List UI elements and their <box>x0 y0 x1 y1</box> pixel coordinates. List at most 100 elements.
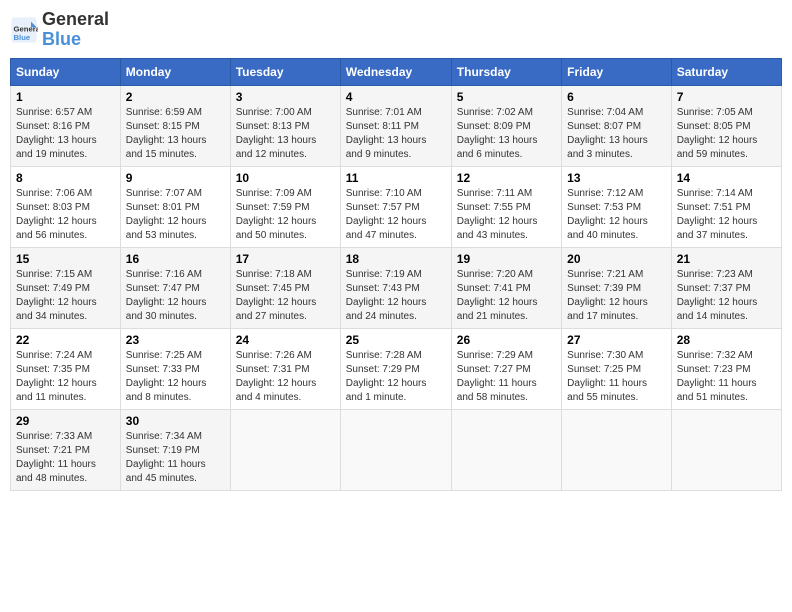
calendar-cell: 5 Sunrise: 7:02 AM Sunset: 8:09 PM Daylig… <box>451 85 561 166</box>
page-header: General Blue GeneralBlue <box>10 10 782 50</box>
day-info: Sunrise: 6:59 AM Sunset: 8:15 PM Dayligh… <box>126 106 225 162</box>
calendar-cell: 7 Sunrise: 7:05 AM Sunset: 8:05 PM Daylig… <box>671 85 781 166</box>
day-number: 26 <box>457 333 556 347</box>
day-number: 2 <box>126 90 225 104</box>
header-day-sunday: Sunday <box>11 58 121 85</box>
calendar-header: SundayMondayTuesdayWednesdayThursdayFrid… <box>11 58 782 85</box>
calendar-cell <box>451 409 561 490</box>
day-info: Sunrise: 7:28 AM Sunset: 7:29 PM Dayligh… <box>346 349 446 405</box>
week-row-5: 29 Sunrise: 7:33 AM Sunset: 7:21 PM Dayli… <box>11 409 782 490</box>
day-info: Sunrise: 7:07 AM Sunset: 8:01 PM Dayligh… <box>126 187 225 243</box>
day-number: 5 <box>457 90 556 104</box>
day-info: Sunrise: 7:12 AM Sunset: 7:53 PM Dayligh… <box>567 187 666 243</box>
calendar-cell: 22Sunrise: 7:24 AM Sunset: 7:35 PM Dayli… <box>11 328 121 409</box>
logo: General Blue GeneralBlue <box>10 10 109 50</box>
svg-text:Blue: Blue <box>14 33 31 42</box>
header-day-thursday: Thursday <box>451 58 561 85</box>
calendar-cell: 29 Sunrise: 7:33 AM Sunset: 7:21 PM Dayli… <box>11 409 121 490</box>
day-info: Sunrise: 7:33 AM Sunset: 7:21 PM Dayligh… <box>16 430 115 486</box>
day-number: 16 <box>126 252 225 266</box>
calendar-cell: 1 Sunrise: 6:57 AM Sunset: 8:16 PM Daylig… <box>11 85 121 166</box>
calendar-cell: 20Sunrise: 7:21 AM Sunset: 7:39 PM Dayli… <box>562 247 672 328</box>
day-info: Sunrise: 7:11 AM Sunset: 7:55 PM Dayligh… <box>457 187 556 243</box>
calendar-cell: 10 Sunrise: 7:09 AM Sunset: 7:59 PM Dayli… <box>230 166 340 247</box>
week-row-2: 8 Sunrise: 7:06 AM Sunset: 8:03 PM Daylig… <box>11 166 782 247</box>
calendar-cell <box>671 409 781 490</box>
day-info: Sunrise: 7:26 AM Sunset: 7:31 PM Dayligh… <box>236 349 335 405</box>
day-info: Sunrise: 7:09 AM Sunset: 7:59 PM Dayligh… <box>236 187 335 243</box>
day-number: 19 <box>457 252 556 266</box>
day-info: Sunrise: 7:06 AM Sunset: 8:03 PM Dayligh… <box>16 187 115 243</box>
calendar-cell: 12 Sunrise: 7:11 AM Sunset: 7:55 PM Dayli… <box>451 166 561 247</box>
day-number: 7 <box>677 90 776 104</box>
day-info: Sunrise: 7:00 AM Sunset: 8:13 PM Dayligh… <box>236 106 335 162</box>
logo-icon: General Blue <box>10 16 38 44</box>
calendar-table: SundayMondayTuesdayWednesdayThursdayFrid… <box>10 58 782 491</box>
day-info: Sunrise: 6:57 AM Sunset: 8:16 PM Dayligh… <box>16 106 115 162</box>
day-info: Sunrise: 7:18 AM Sunset: 7:45 PM Dayligh… <box>236 268 335 324</box>
logo-text: GeneralBlue <box>42 10 109 50</box>
day-number: 15 <box>16 252 115 266</box>
calendar-cell: 24 Sunrise: 7:26 AM Sunset: 7:31 PM Dayli… <box>230 328 340 409</box>
calendar-body: 1 Sunrise: 6:57 AM Sunset: 8:16 PM Daylig… <box>11 85 782 490</box>
day-info: Sunrise: 7:05 AM Sunset: 8:05 PM Dayligh… <box>677 106 776 162</box>
header-day-friday: Friday <box>562 58 672 85</box>
day-info: Sunrise: 7:21 AM Sunset: 7:39 PM Dayligh… <box>567 268 666 324</box>
header-day-monday: Monday <box>120 58 230 85</box>
day-number: 21 <box>677 252 776 266</box>
calendar-cell: 4 Sunrise: 7:01 AM Sunset: 8:11 PM Daylig… <box>340 85 451 166</box>
day-number: 14 <box>677 171 776 185</box>
day-info: Sunrise: 7:23 AM Sunset: 7:37 PM Dayligh… <box>677 268 776 324</box>
day-number: 25 <box>346 333 446 347</box>
calendar-cell: 14 Sunrise: 7:14 AM Sunset: 7:51 PM Dayli… <box>671 166 781 247</box>
day-info: Sunrise: 7:34 AM Sunset: 7:19 PM Dayligh… <box>126 430 225 486</box>
calendar-cell: 11Sunrise: 7:10 AM Sunset: 7:57 PM Dayli… <box>340 166 451 247</box>
calendar-cell: 25 Sunrise: 7:28 AM Sunset: 7:29 PM Dayli… <box>340 328 451 409</box>
day-number: 30 <box>126 414 225 428</box>
day-number: 6 <box>567 90 666 104</box>
day-number: 11 <box>346 171 446 185</box>
calendar-cell: 21 Sunrise: 7:23 AM Sunset: 7:37 PM Dayli… <box>671 247 781 328</box>
day-number: 10 <box>236 171 335 185</box>
day-info: Sunrise: 7:29 AM Sunset: 7:27 PM Dayligh… <box>457 349 556 405</box>
calendar-cell <box>340 409 451 490</box>
day-number: 8 <box>16 171 115 185</box>
day-number: 24 <box>236 333 335 347</box>
day-info: Sunrise: 7:02 AM Sunset: 8:09 PM Dayligh… <box>457 106 556 162</box>
calendar-cell: 9 Sunrise: 7:07 AM Sunset: 8:01 PM Daylig… <box>120 166 230 247</box>
calendar-cell: 6 Sunrise: 7:04 AM Sunset: 8:07 PM Daylig… <box>562 85 672 166</box>
calendar-cell: 3 Sunrise: 7:00 AM Sunset: 8:13 PM Daylig… <box>230 85 340 166</box>
day-number: 12 <box>457 171 556 185</box>
day-number: 29 <box>16 414 115 428</box>
calendar-cell: 19 Sunrise: 7:20 AM Sunset: 7:41 PM Dayli… <box>451 247 561 328</box>
day-number: 9 <box>126 171 225 185</box>
week-row-4: 22Sunrise: 7:24 AM Sunset: 7:35 PM Dayli… <box>11 328 782 409</box>
calendar-cell: 28Sunrise: 7:32 AM Sunset: 7:23 PM Dayli… <box>671 328 781 409</box>
calendar-cell: 18 Sunrise: 7:19 AM Sunset: 7:43 PM Dayli… <box>340 247 451 328</box>
day-number: 23 <box>126 333 225 347</box>
day-info: Sunrise: 7:15 AM Sunset: 7:49 PM Dayligh… <box>16 268 115 324</box>
day-info: Sunrise: 7:20 AM Sunset: 7:41 PM Dayligh… <box>457 268 556 324</box>
day-number: 4 <box>346 90 446 104</box>
calendar-cell: 27Sunrise: 7:30 AM Sunset: 7:25 PM Dayli… <box>562 328 672 409</box>
day-info: Sunrise: 7:01 AM Sunset: 8:11 PM Dayligh… <box>346 106 446 162</box>
calendar-cell: 2 Sunrise: 6:59 AM Sunset: 8:15 PM Daylig… <box>120 85 230 166</box>
day-number: 17 <box>236 252 335 266</box>
day-number: 3 <box>236 90 335 104</box>
calendar-cell: 15 Sunrise: 7:15 AM Sunset: 7:49 PM Dayli… <box>11 247 121 328</box>
calendar-cell: 30 Sunrise: 7:34 AM Sunset: 7:19 PM Dayli… <box>120 409 230 490</box>
header-row: SundayMondayTuesdayWednesdayThursdayFrid… <box>11 58 782 85</box>
calendar-cell: 16 Sunrise: 7:16 AM Sunset: 7:47 PM Dayli… <box>120 247 230 328</box>
day-info: Sunrise: 7:19 AM Sunset: 7:43 PM Dayligh… <box>346 268 446 324</box>
day-number: 1 <box>16 90 115 104</box>
calendar-cell: 13Sunrise: 7:12 AM Sunset: 7:53 PM Dayli… <box>562 166 672 247</box>
day-info: Sunrise: 7:04 AM Sunset: 8:07 PM Dayligh… <box>567 106 666 162</box>
week-row-1: 1 Sunrise: 6:57 AM Sunset: 8:16 PM Daylig… <box>11 85 782 166</box>
day-info: Sunrise: 7:16 AM Sunset: 7:47 PM Dayligh… <box>126 268 225 324</box>
day-info: Sunrise: 7:25 AM Sunset: 7:33 PM Dayligh… <box>126 349 225 405</box>
header-day-tuesday: Tuesday <box>230 58 340 85</box>
calendar-cell: 23 Sunrise: 7:25 AM Sunset: 7:33 PM Dayli… <box>120 328 230 409</box>
day-info: Sunrise: 7:30 AM Sunset: 7:25 PM Dayligh… <box>567 349 666 405</box>
day-info: Sunrise: 7:14 AM Sunset: 7:51 PM Dayligh… <box>677 187 776 243</box>
day-number: 18 <box>346 252 446 266</box>
